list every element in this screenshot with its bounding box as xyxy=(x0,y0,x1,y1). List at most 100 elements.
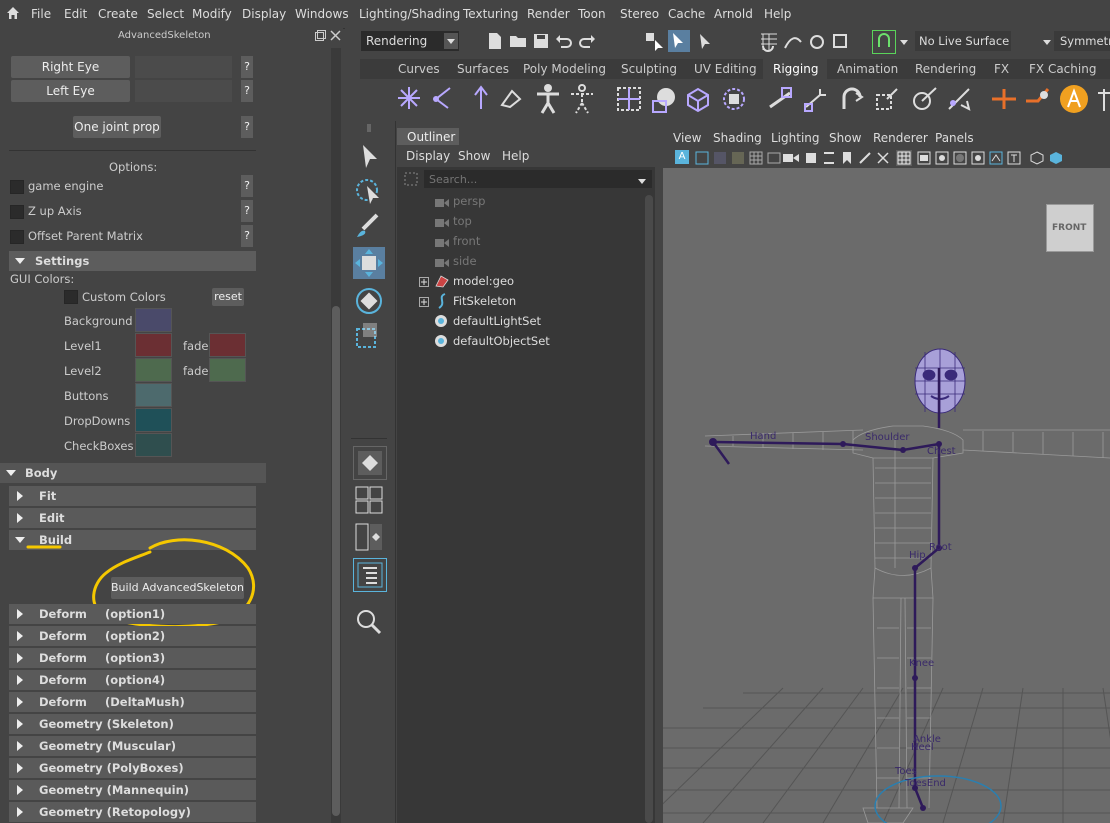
pole-vector-icon[interactable] xyxy=(945,85,973,116)
film-gate-icon[interactable] xyxy=(767,151,781,168)
cluster-icon[interactable] xyxy=(684,85,712,116)
menu-modify[interactable]: Modify xyxy=(192,7,232,21)
menu-texturing[interactable]: Texturing xyxy=(463,7,518,21)
scale-tool-icon[interactable] xyxy=(353,319,385,351)
chevron-down-icon[interactable] xyxy=(1042,36,1052,50)
tab-rigging[interactable]: Rigging xyxy=(763,59,827,79)
undo-icon[interactable] xyxy=(555,32,573,53)
select-camera-icon[interactable]: A xyxy=(675,150,689,164)
open-scene-icon[interactable] xyxy=(509,33,527,52)
select-component-icon[interactable] xyxy=(697,32,715,55)
deform-option3-header[interactable]: Deform (option3) xyxy=(9,648,256,668)
wrap-icon[interactable] xyxy=(720,85,748,116)
viewport-panel[interactable]: View Shading Lighting Show Renderer Pane… xyxy=(663,128,1110,823)
create-joints-icon[interactable] xyxy=(396,85,422,114)
menu-windows[interactable]: Windows xyxy=(295,7,349,21)
outliner-menu-show[interactable]: Show xyxy=(458,149,490,163)
geometry-retopology-header[interactable]: Geometry (Retopology) xyxy=(9,802,256,822)
ik-handle-icon[interactable] xyxy=(430,85,456,114)
select-object-icon[interactable] xyxy=(668,30,690,52)
scale-constraint-icon[interactable] xyxy=(873,85,901,116)
xray-icon[interactable] xyxy=(876,151,890,168)
deform-option4-header[interactable]: Deform (option4) xyxy=(9,670,256,690)
lattice-icon[interactable] xyxy=(615,85,643,116)
outliner-item-top[interactable]: top xyxy=(453,214,472,228)
view-cube[interactable]: FRONT xyxy=(1046,204,1094,252)
symmetry-select[interactable]: Symmetry xyxy=(1054,31,1110,51)
grease-pencil-icon[interactable] xyxy=(858,151,872,168)
grid-toggle-icon[interactable] xyxy=(749,151,763,168)
snap-grid-icon[interactable] xyxy=(759,32,779,55)
viewport-menu-view[interactable]: View xyxy=(673,131,701,145)
menu-arnold[interactable]: Arnold xyxy=(714,7,753,21)
deform-option1-header[interactable]: Deform (option1) xyxy=(9,604,256,624)
tab-rendering[interactable]: Rendering xyxy=(915,62,976,76)
outliner-search-input[interactable] xyxy=(427,171,631,187)
menu-cache[interactable]: Cache xyxy=(668,7,705,21)
menu-toon[interactable]: Toon xyxy=(578,7,606,21)
outliner-item-model-geo[interactable]: model:geo xyxy=(453,274,514,288)
geometry-mannequin-header[interactable]: Geometry (Mannequin) xyxy=(9,780,256,800)
geometry-muscular-header[interactable]: Geometry (Muscular) xyxy=(9,736,256,756)
bind-skin-icon[interactable] xyxy=(498,85,524,114)
tab-fx-caching[interactable]: FX Caching xyxy=(1029,62,1096,76)
outliner-menu-display[interactable]: Display xyxy=(406,149,450,163)
menu-select[interactable]: Select xyxy=(147,7,184,21)
menu-display[interactable]: Display xyxy=(242,7,286,21)
expand-icon[interactable] xyxy=(419,296,429,310)
smooth-shade-icon[interactable] xyxy=(917,151,931,168)
outliner-item-side[interactable]: side xyxy=(453,254,477,268)
chevron-down-icon[interactable] xyxy=(899,36,909,50)
use-lights-icon[interactable] xyxy=(971,151,985,168)
lasso-tool-icon[interactable] xyxy=(353,176,385,208)
filter-icon[interactable] xyxy=(404,172,418,189)
outliner-item-defaultlightset[interactable]: defaultLightSet xyxy=(453,314,541,328)
outliner-menu-help[interactable]: Help xyxy=(502,149,529,163)
outliner-item-front[interactable]: front xyxy=(453,234,480,248)
sculpt-deformer-icon[interactable] xyxy=(650,85,678,116)
default-material-icon[interactable] xyxy=(935,151,949,168)
move-tool-icon[interactable] xyxy=(353,247,385,279)
menu-file[interactable]: File xyxy=(31,7,51,21)
ik-spline-icon[interactable] xyxy=(465,85,491,114)
snap-view-plane-icon[interactable] xyxy=(831,32,851,55)
shadows-icon[interactable] xyxy=(989,151,1003,168)
outliner-scrollbar[interactable] xyxy=(645,191,653,823)
two-pane-layout-icon[interactable] xyxy=(353,521,385,553)
viewport-menu-show[interactable]: Show xyxy=(829,131,861,145)
select-hierarchy-icon[interactable] xyxy=(645,32,665,55)
camera-attributes-icon[interactable] xyxy=(695,151,709,168)
image-plane-icon[interactable] xyxy=(731,151,745,168)
connection-editor-icon[interactable] xyxy=(1024,85,1052,116)
safe-action-icon[interactable] xyxy=(822,151,836,168)
textured-icon[interactable] xyxy=(953,151,967,168)
scrollbar-thumb[interactable] xyxy=(645,195,653,823)
select-tool-icon[interactable] xyxy=(353,141,385,173)
bookmarks-icon[interactable] xyxy=(713,151,727,168)
xray-active-icon[interactable] xyxy=(1049,151,1063,168)
isolate-select-icon[interactable] xyxy=(1030,151,1044,168)
menu-create[interactable]: Create xyxy=(98,7,138,21)
point-constraint-icon[interactable] xyxy=(802,85,830,116)
snap-point-icon[interactable] xyxy=(807,32,827,55)
screen-space-ao-icon[interactable] xyxy=(1007,151,1021,168)
menu-help[interactable]: Help xyxy=(764,7,791,21)
aim-constraint-icon[interactable] xyxy=(910,85,938,116)
humanik-icon[interactable] xyxy=(534,83,562,118)
four-pane-layout-icon[interactable] xyxy=(353,484,385,516)
wireframe-icon[interactable] xyxy=(896,150,912,166)
menu-edit[interactable]: Edit xyxy=(64,7,87,21)
deform-deltamush-header[interactable]: Deform (DeltaMush) xyxy=(9,692,256,712)
tab-animation[interactable]: Animation xyxy=(837,62,898,76)
live-surface-field[interactable]: No Live Surface xyxy=(915,31,1011,51)
menu-stereo[interactable]: Stereo xyxy=(620,7,659,21)
magnifier-icon[interactable] xyxy=(353,606,385,638)
set-driven-key-icon[interactable] xyxy=(990,85,1018,116)
redo-icon[interactable] xyxy=(578,32,596,53)
snap-curve-icon[interactable] xyxy=(783,32,803,55)
chevron-down-icon[interactable] xyxy=(637,175,647,189)
rotate-tool-icon[interactable] xyxy=(353,285,385,317)
single-pane-layout-icon[interactable] xyxy=(353,446,387,480)
outliner-item-fitskeleton[interactable]: FitSkeleton xyxy=(453,294,516,308)
mode-select[interactable]: Rendering xyxy=(361,31,459,51)
